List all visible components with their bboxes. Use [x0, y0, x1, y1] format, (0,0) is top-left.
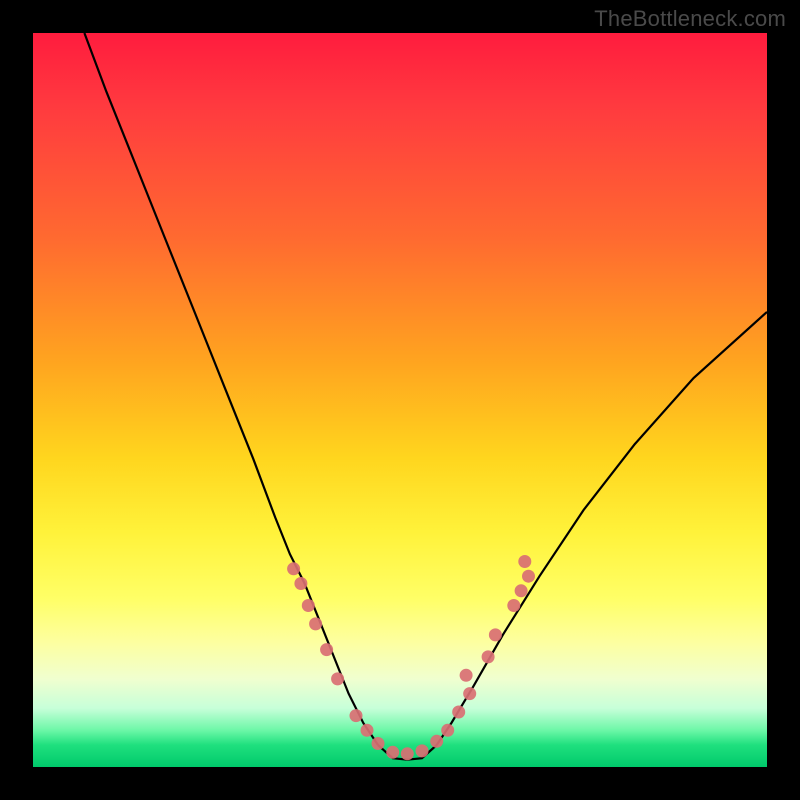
scatter-dot — [515, 584, 528, 597]
chart-svg — [33, 33, 767, 767]
scatter-dot — [452, 706, 465, 719]
scatter-dot — [401, 747, 414, 760]
scatter-dot — [294, 577, 307, 590]
scatter-dot — [372, 737, 385, 750]
watermark-text: TheBottleneck.com — [594, 6, 786, 32]
plot-area — [33, 33, 767, 767]
scatter-dot — [361, 724, 374, 737]
scatter-dot — [302, 599, 315, 612]
curve-right — [437, 312, 767, 745]
scatter-dot — [518, 555, 531, 568]
outer-frame: TheBottleneck.com — [0, 0, 800, 800]
scatter-dot — [460, 669, 473, 682]
scatter-dot — [441, 724, 454, 737]
scatter-dot — [489, 628, 502, 641]
scatter-dot — [287, 562, 300, 575]
scatter-dot — [320, 643, 333, 656]
scatter-dot — [416, 744, 429, 757]
scatter-dot — [507, 599, 520, 612]
scatter-dot — [386, 746, 399, 759]
scatter-dot — [350, 709, 363, 722]
scatter-dot — [430, 735, 443, 748]
scatter-dot — [522, 570, 535, 583]
scatter-dot — [482, 650, 495, 663]
scatter-dots — [287, 555, 535, 760]
curve-left — [84, 33, 378, 745]
scatter-dot — [463, 687, 476, 700]
scatter-dot — [331, 672, 344, 685]
scatter-dot — [309, 617, 322, 630]
